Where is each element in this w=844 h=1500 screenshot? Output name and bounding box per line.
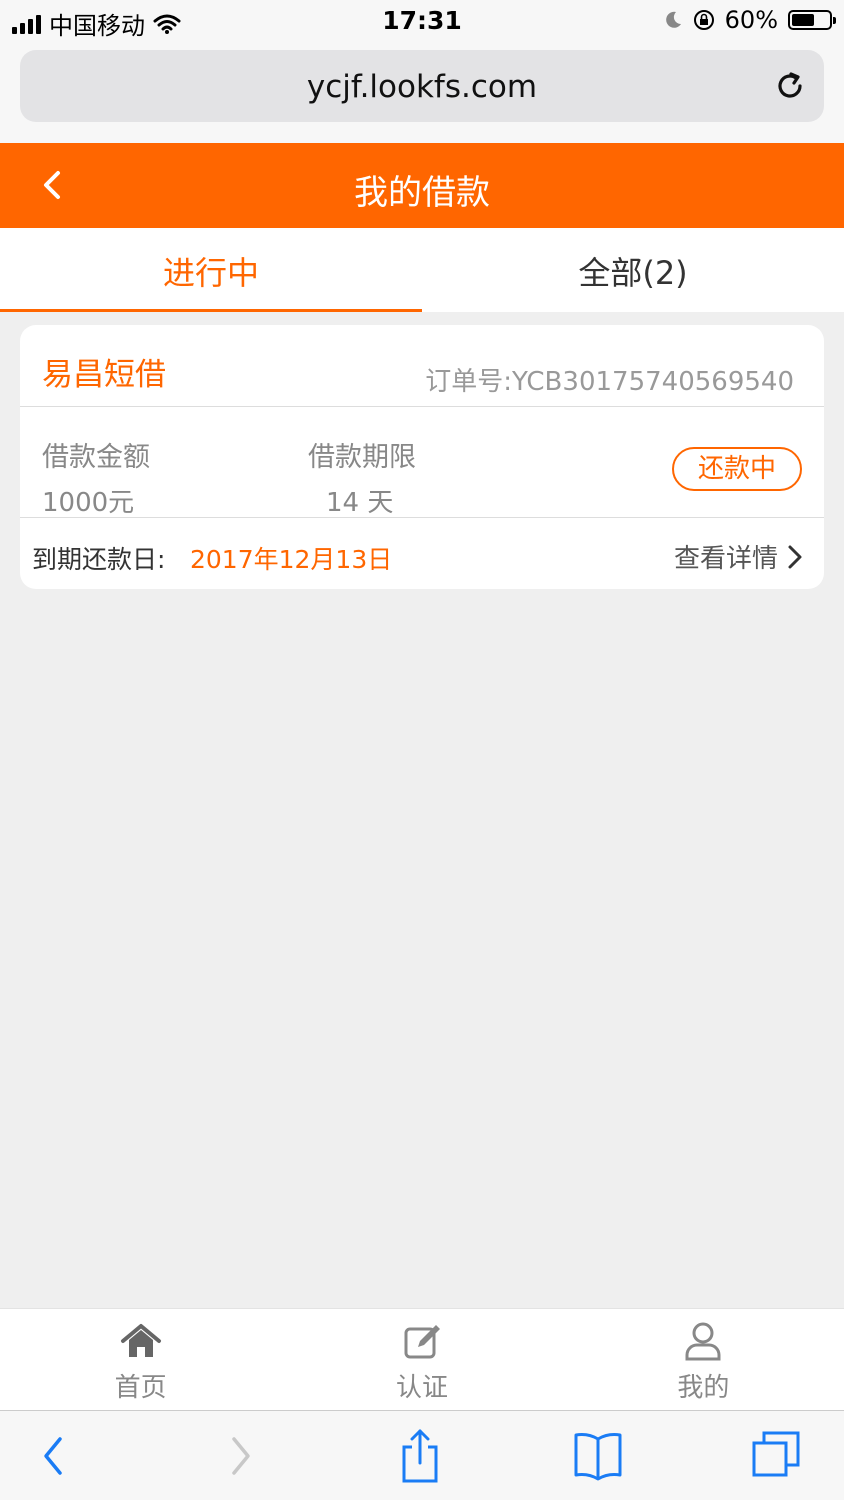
amount-label: 借款金额 [42, 442, 150, 473]
share-icon[interactable] [392, 1429, 448, 1483]
orientation-lock-icon [693, 10, 714, 30]
tab-all[interactable]: 全部(2) [422, 228, 844, 312]
status-right: 60% [663, 6, 836, 34]
browser-toolbar [0, 1410, 844, 1500]
url-text[interactable]: ycjf.lookfs.com [20, 69, 824, 105]
browser-forward-icon[interactable] [212, 1429, 268, 1483]
tab-in-progress[interactable]: 进行中 [0, 228, 422, 312]
nav-verify[interactable]: 认证 [281, 1309, 562, 1410]
term-value: 14 天 [326, 488, 394, 518]
view-details-link[interactable]: 查看详情 [674, 538, 804, 575]
nav-mine-label[interactable]: 我的 [563, 1367, 844, 1404]
browser-back-icon[interactable] [26, 1429, 82, 1483]
term-label: 借款期限 [308, 442, 416, 473]
nav-home[interactable]: 首页 [0, 1309, 281, 1410]
view-details-label[interactable]: 查看详情 [674, 538, 778, 575]
loan-card: 易昌短借 订单号:YCB30175740569540 借款金额 1000元 借款… [20, 325, 824, 589]
order-number: 订单号:YCB30175740569540 [425, 367, 794, 397]
nav-mine[interactable]: 我的 [563, 1309, 844, 1410]
battery-icon [788, 10, 836, 30]
loan-card-header: 易昌短借 订单号:YCB30175740569540 [20, 325, 824, 407]
page-title: 我的借款 [354, 173, 490, 213]
status-badge: 还款中 [672, 447, 802, 491]
battery-percent: 60% [724, 6, 778, 34]
status-bar: 中国移动 17:31 60% [0, 0, 844, 42]
edit-icon[interactable] [400, 1321, 444, 1361]
bottom-nav: 首页 认证 我的 [0, 1308, 844, 1410]
loan-card-footer: 到期还款日: 2017年12月13日 查看详情 [20, 518, 824, 588]
amount-value: 1000元 [42, 488, 135, 518]
browser-address-area: ycjf.lookfs.com [0, 42, 844, 143]
tab-bar: 进行中 全部(2) [0, 228, 844, 312]
bookmarks-icon[interactable] [570, 1429, 626, 1483]
chevron-right-icon[interactable] [786, 543, 804, 571]
loan-card-body: 借款金额 1000元 借款期限 14 天 还款中 [20, 407, 824, 518]
nav-verify-label[interactable]: 认证 [281, 1367, 562, 1404]
nav-home-label[interactable]: 首页 [0, 1367, 281, 1404]
page-header: 我的借款 [0, 143, 844, 228]
amount-block: 借款金额 1000元 [42, 435, 150, 519]
term-block: 借款期限 14 天 [308, 435, 416, 519]
reload-icon[interactable] [772, 68, 808, 104]
user-icon[interactable] [681, 1321, 725, 1361]
due-date-label: 到期还款日: [32, 545, 166, 574]
tabs-icon[interactable] [750, 1429, 806, 1483]
lender-name: 易昌短借 [42, 357, 166, 393]
moon-icon [665, 11, 681, 28]
home-icon[interactable] [119, 1321, 163, 1361]
due-date-value: 2017年12月13日 [190, 545, 393, 574]
address-bar[interactable]: ycjf.lookfs.com [20, 50, 824, 122]
